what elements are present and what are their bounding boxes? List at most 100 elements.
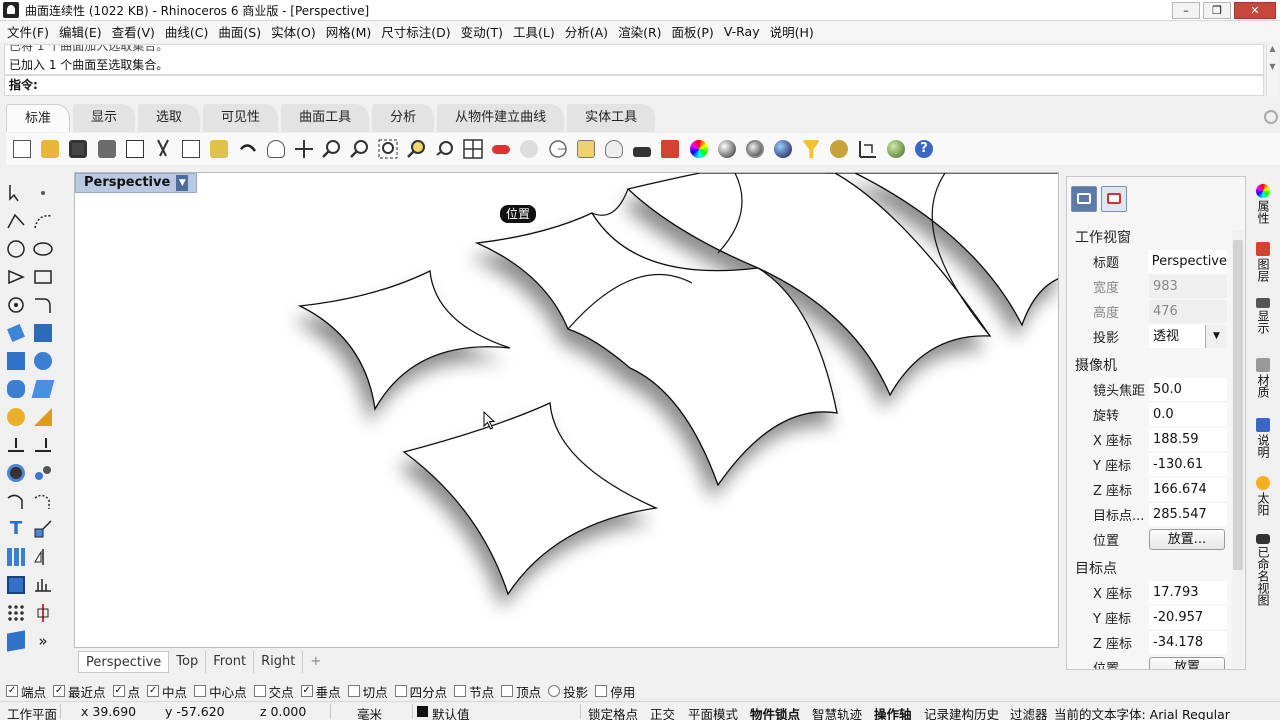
rebuild-icon[interactable]: [5, 490, 27, 512]
dimension-icon[interactable]: [32, 406, 54, 428]
car-icon[interactable]: [489, 137, 513, 161]
checkbox-unchecked[interactable]: [501, 685, 514, 697]
join-icon[interactable]: [32, 462, 54, 484]
prop-value-target-y[interactable]: -20.957: [1149, 606, 1227, 629]
maximize-button[interactable]: ❐: [1203, 2, 1231, 19]
viewport-tab-right[interactable]: Right: [254, 651, 304, 673]
scale-icon[interactable]: [32, 518, 54, 540]
checkbox-unchecked[interactable]: [253, 685, 266, 697]
osnap-tan[interactable]: 切点: [347, 682, 388, 701]
undo-icon[interactable]: [236, 137, 260, 161]
menu-view[interactable]: 查看(V): [107, 22, 160, 41]
perspective-viewport[interactable]: Perspective ▼ 位置: [74, 172, 1059, 648]
status-layer[interactable]: 默认值: [432, 704, 470, 720]
document-tool-icon[interactable]: [5, 630, 27, 652]
layer-icon[interactable]: [658, 137, 682, 161]
side-tab-layers[interactable]: 图层: [1250, 242, 1276, 282]
new-icon[interactable]: [10, 137, 34, 161]
viewport-title[interactable]: Perspective ▼: [75, 173, 198, 193]
chevron-down-icon[interactable]: ▼: [1205, 325, 1227, 348]
menu-analyze[interactable]: 分析(A): [560, 22, 613, 41]
viewport-frame-button[interactable]: [1101, 186, 1127, 212]
mirror-icon[interactable]: [32, 546, 54, 568]
array-icon[interactable]: [5, 546, 27, 568]
projection-select[interactable]: 透视 ▼: [1149, 325, 1227, 348]
menu-curve[interactable]: 曲线(C): [160, 22, 213, 41]
print-icon[interactable]: [95, 137, 119, 161]
osnap-end[interactable]: ✓ 端点: [6, 682, 46, 701]
viewport-tab-front[interactable]: Front: [206, 651, 255, 673]
side-tab-properties[interactable]: 属性: [1250, 184, 1276, 224]
fillet-curve-icon[interactable]: [32, 294, 54, 316]
menu-surface[interactable]: 曲面(S): [213, 22, 266, 41]
osnap-knot[interactable]: 节点: [454, 682, 494, 701]
checkbox-checked[interactable]: ✓: [53, 685, 66, 697]
prop-value-target-distance[interactable]: 285.547: [1149, 503, 1227, 526]
select-filter-icon[interactable]: [799, 137, 823, 161]
rhino-app-icon[interactable]: [3, 2, 19, 18]
add-viewport-tab-button[interactable]: +: [303, 651, 328, 673]
osnap-quad[interactable]: 四分点: [394, 682, 447, 701]
zoom-extents-icon[interactable]: [376, 137, 400, 161]
shade-icon[interactable]: [715, 137, 739, 161]
cplane-icon[interactable]: [574, 137, 598, 161]
status-gumball[interactable]: 操作轴: [874, 704, 912, 720]
tab-analyze[interactable]: 分析: [372, 104, 435, 132]
checkbox-unchecked[interactable]: [454, 685, 467, 697]
import-icon[interactable]: [123, 137, 147, 161]
split-icon[interactable]: [32, 434, 54, 456]
menu-vray[interactable]: V-Ray: [719, 24, 765, 39]
prop-value-lens[interactable]: 50.0: [1149, 378, 1227, 401]
menu-solid[interactable]: 实体(O): [266, 22, 321, 41]
pan-icon[interactable]: [264, 137, 288, 161]
status-smarttrack[interactable]: 智慧轨迹: [812, 704, 862, 720]
prop-value-title[interactable]: Perspective: [1147, 250, 1227, 273]
surface-patch-1[interactable]: [297, 270, 511, 411]
paste-icon[interactable]: [207, 137, 231, 161]
checkbox-unchecked[interactable]: [595, 685, 608, 697]
tab-display[interactable]: 显示: [73, 104, 136, 132]
control-points-icon[interactable]: [32, 490, 54, 512]
render-sphere-icon[interactable]: [743, 137, 767, 161]
open-icon[interactable]: [38, 137, 62, 161]
prop-value-target-z[interactable]: -34.178: [1149, 631, 1227, 654]
copy-icon[interactable]: [179, 137, 203, 161]
polygon-icon[interactable]: [5, 294, 27, 316]
status-cplane[interactable]: 工作平面: [7, 704, 57, 720]
tab-visibility[interactable]: 可见性: [203, 104, 279, 132]
osnap-point[interactable]: ✓ 点: [112, 682, 140, 701]
menu-tools[interactable]: 工具(L): [508, 22, 560, 41]
move-view-icon[interactable]: [292, 137, 316, 161]
surface-icon[interactable]: [5, 322, 27, 344]
bulb-icon[interactable]: [602, 137, 626, 161]
osnap-mid[interactable]: ✓ 中点: [147, 682, 187, 701]
menu-render[interactable]: 渲染(R): [613, 22, 666, 41]
side-tab-materials[interactable]: 材质: [1250, 358, 1276, 398]
checkbox-checked[interactable]: ✓: [112, 685, 125, 697]
box-icon[interactable]: [5, 350, 27, 372]
checkbox-unchecked[interactable]: [394, 685, 407, 697]
status-history[interactable]: 记录建构历史: [924, 704, 999, 720]
command-prompt[interactable]: 指令:: [4, 75, 1264, 96]
side-tab-help[interactable]: 说明: [1250, 418, 1276, 458]
more-tools-icon[interactable]: »: [32, 630, 54, 652]
checkbox-checked[interactable]: ✓: [147, 685, 160, 697]
grid-array-icon[interactable]: [5, 602, 27, 624]
color-wheel-icon[interactable]: [687, 137, 711, 161]
zoom-selected-icon[interactable]: [405, 137, 429, 161]
group-icon[interactable]: [5, 462, 27, 484]
options-icon[interactable]: [827, 137, 851, 161]
gumball-icon[interactable]: [856, 137, 880, 161]
menu-dimension[interactable]: 尺寸标注(D): [376, 22, 455, 41]
save-icon[interactable]: [66, 137, 90, 161]
polyline-icon[interactable]: [5, 210, 27, 232]
status-ortho[interactable]: 正交: [650, 704, 675, 720]
close-button[interactable]: ✕: [1234, 2, 1276, 19]
boolean-union-icon[interactable]: [32, 350, 54, 372]
light-icon[interactable]: [5, 406, 27, 428]
menu-file[interactable]: 文件(F): [2, 22, 54, 41]
osnap-center[interactable]: 中心点: [194, 682, 247, 701]
material-sphere-icon[interactable]: [771, 137, 795, 161]
scrollbar-thumb[interactable]: [1233, 240, 1243, 570]
solid-box-icon[interactable]: [5, 574, 27, 596]
